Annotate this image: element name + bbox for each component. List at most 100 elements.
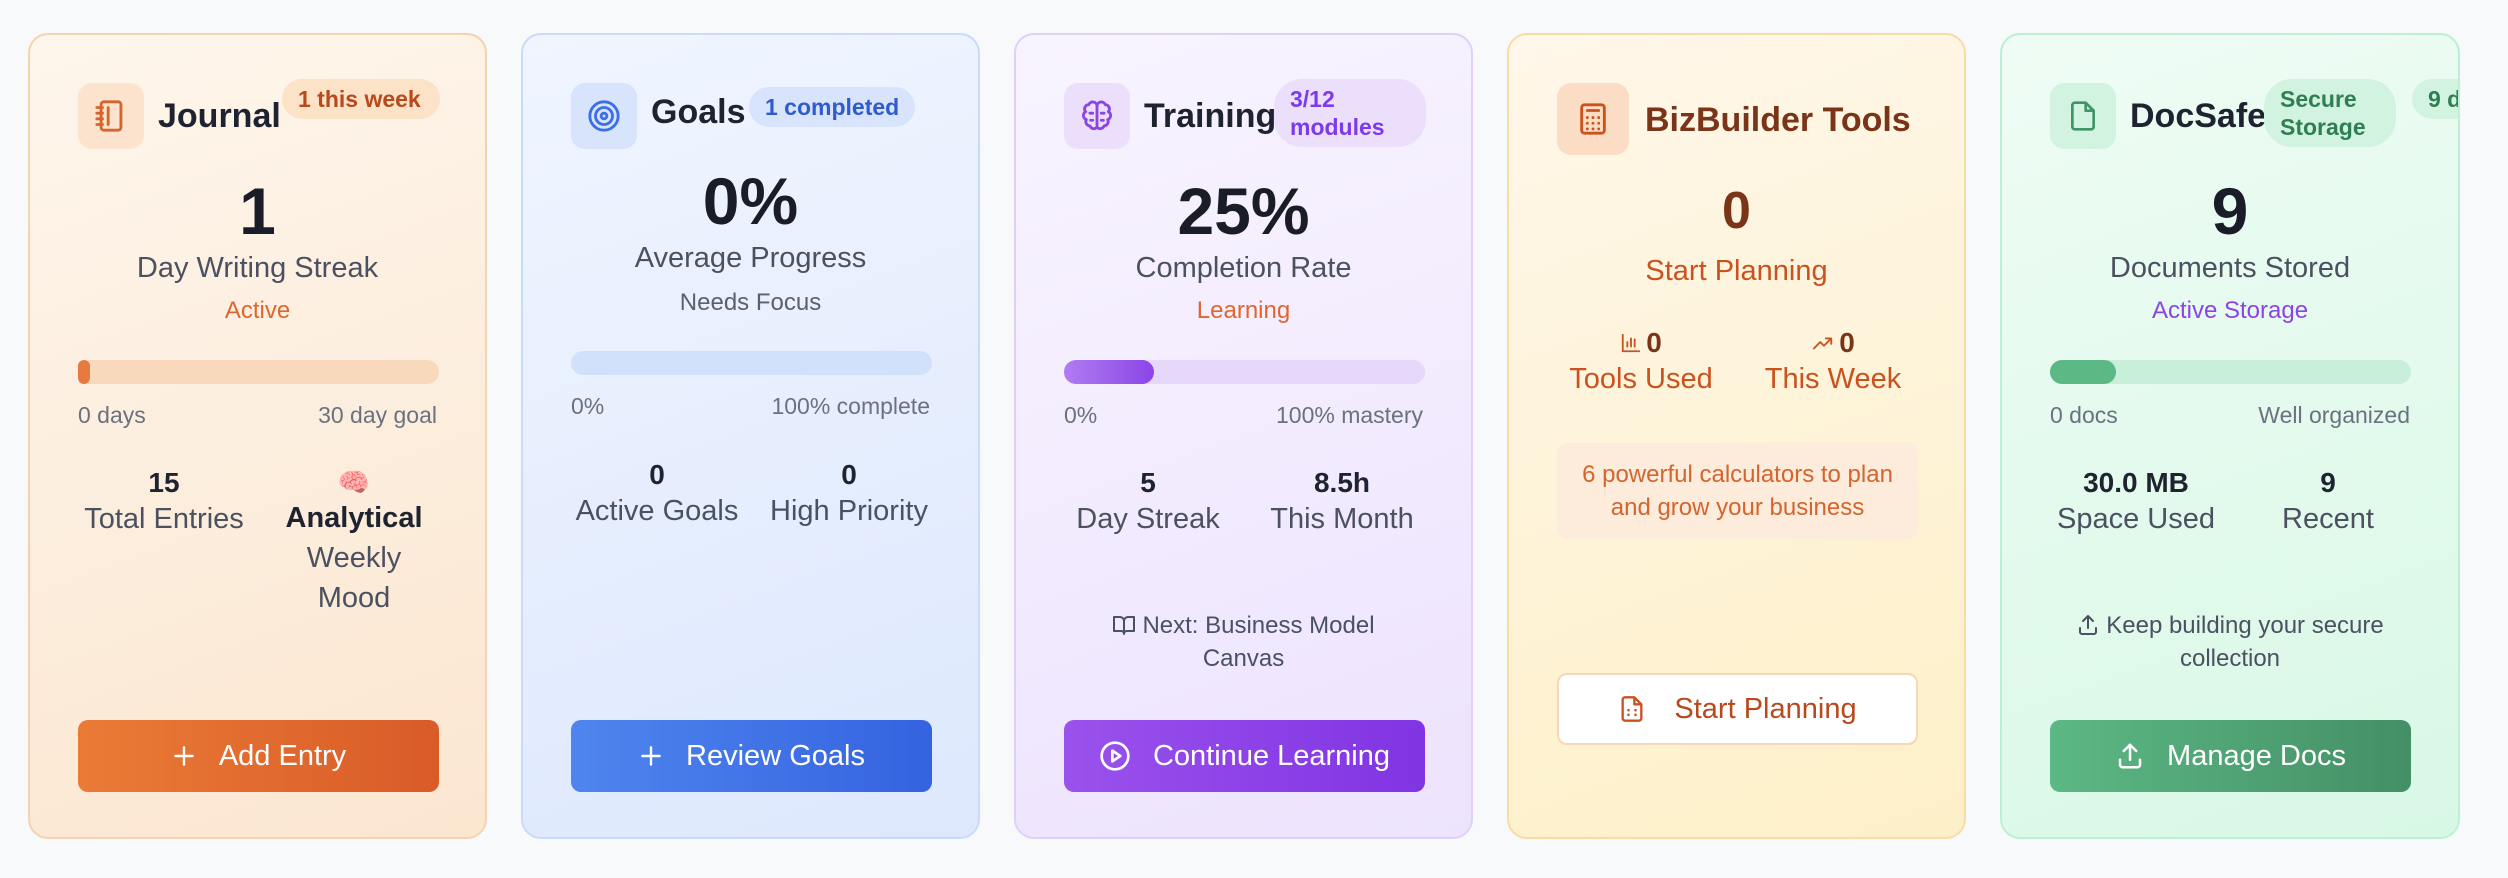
docsafe-note-label: Keep building your secure collection — [2106, 612, 2384, 672]
training-title: Training — [1144, 97, 1277, 135]
plus-icon — [173, 746, 194, 766]
bizbuilder-card: BizBuilder Tools 0 Start Planning 0 Tool… — [1507, 33, 1966, 839]
goals-active-value: 0 — [649, 459, 665, 490]
journal-weekly-mood: 🧠 Analytical Weekly Mood — [254, 467, 454, 618]
journal-range-start: 0 days — [78, 402, 146, 428]
journal-streak-label: Day Writing Streak — [136, 252, 379, 284]
file-spreadsheet-icon — [1621, 696, 1643, 722]
goals-card: Goals 1 completed 0% Average Progress Ne… — [521, 33, 980, 839]
journal-total-entries-value: 15 — [148, 467, 180, 498]
training-day-streak-label: Day Streak — [1076, 503, 1220, 535]
docsafe-progress-fill — [2050, 360, 2116, 384]
docsafe-title: DocSafe — [2130, 97, 2267, 135]
docsafe-space-used-value: 30.0 MB — [2083, 467, 2189, 498]
bizbuilder-callout: 6 powerful calculators to plan and grow … — [1557, 443, 1918, 539]
add-entry-button[interactable]: Add Entry — [78, 720, 439, 792]
journal-progress-bar — [78, 360, 439, 384]
docsafe-note: Keep building your secure collection — [2058, 609, 2402, 675]
target-icon — [571, 83, 637, 149]
journal-mood-value: Analytical — [285, 502, 423, 534]
bizbuilder-value: 0 — [1722, 182, 1751, 240]
goals-status: Needs Focus — [679, 289, 822, 316]
training-card: Training 3/12 modules 25% Completion Rat… — [1014, 33, 1473, 839]
docsafe-label: Documents Stored — [2109, 252, 2351, 284]
docsafe-space-used: 30.0 MB Space Used — [2036, 467, 2236, 539]
manage-docs-button[interactable]: Manage Docs — [2050, 720, 2411, 792]
docsafe-recent-label: Recent — [2282, 503, 2374, 535]
training-range-end: 100% mastery — [1275, 402, 1423, 428]
training-status: Learning — [1196, 297, 1291, 324]
goals-high-priority: 0 High Priority — [749, 459, 949, 531]
goals-range-end: 100% complete — [771, 393, 930, 419]
goals-completed-badge: 1 completed — [749, 87, 916, 127]
goals-active-label: Active Goals — [575, 495, 739, 527]
calculator-icon — [1557, 83, 1629, 155]
journal-range-end: 30 day goal — [318, 402, 437, 428]
training-range-start: 0% — [1064, 402, 1098, 428]
docsafe-progress-bar — [2050, 360, 2411, 384]
upload-icon — [2118, 743, 2142, 769]
trending-up-icon — [1813, 337, 1833, 350]
bizbuilder-tools-used: 0 Tools Used — [1541, 327, 1741, 399]
journal-title: Journal — [158, 97, 281, 135]
journal-status: Active — [224, 297, 291, 324]
upload-icon — [2079, 615, 2098, 635]
start-planning-button[interactable]: Start Planning — [1557, 673, 1918, 745]
bizbuilder-title: BizBuilder Tools — [1645, 101, 1911, 139]
start-planning-label: Start Planning — [1674, 692, 1857, 725]
goals-high-priority-value: 0 — [841, 459, 857, 490]
training-this-month: 8.5h This Month — [1242, 467, 1442, 539]
goals-progress-bar — [571, 351, 932, 375]
journal-week-badge: 1 this week — [282, 79, 440, 119]
docsafe-status: Active Storage — [2151, 297, 2309, 324]
training-progress-bar — [1064, 360, 1425, 384]
training-next-label: Next: Business Model Canvas — [1142, 612, 1375, 672]
brain-icon — [1064, 83, 1130, 149]
goals-active: 0 Active Goals — [557, 459, 757, 531]
add-entry-label: Add Entry — [218, 739, 347, 772]
document-icon — [2050, 83, 2116, 149]
journal-total-entries-label: Total Entries — [84, 503, 244, 535]
play-circle-icon — [1100, 741, 1130, 771]
journal-card: Journal 1 this week 1 Day Writing Streak… — [28, 33, 487, 839]
journal-mood-label: Weekly Mood — [306, 542, 402, 614]
goals-avg-label: Average Progress — [634, 242, 867, 274]
docsafe-recent-value: 9 — [2320, 467, 2336, 498]
docsafe-docs-badge: 9 do — [2412, 79, 2458, 119]
goals-high-priority-label: High Priority — [770, 495, 928, 527]
training-completion-value: 25% — [1177, 174, 1310, 248]
review-goals-label: Review Goals — [686, 739, 865, 772]
docsafe-range-start: 0 docs — [2050, 402, 2118, 428]
docsafe-space-used-label: Space Used — [2057, 503, 2215, 535]
docsafe-secure-badge: Secure Storage — [2264, 79, 2396, 147]
notebook-icon — [78, 83, 144, 149]
training-this-month-value: 8.5h — [1313, 467, 1371, 498]
brain-emoji-icon: 🧠 — [337, 467, 371, 497]
training-completion-label: Completion Rate — [1135, 252, 1352, 284]
training-day-streak: 5 Day Streak — [1048, 467, 1248, 539]
bizbuilder-this-week-label: This Week — [1764, 363, 1902, 395]
docsafe-recent: 9 Recent — [2228, 467, 2428, 539]
journal-total-entries: 15 Total Entries — [64, 467, 264, 539]
docsafe-value: 9 — [2211, 174, 2249, 248]
training-modules-badge: 3/12 modules — [1274, 79, 1426, 147]
book-open-icon — [1113, 616, 1136, 635]
bizbuilder-this-week-value: 0 — [1839, 327, 1855, 358]
continue-learning-button[interactable]: Continue Learning — [1064, 720, 1425, 792]
bizbuilder-label: Start Planning — [1645, 255, 1828, 287]
continue-learning-label: Continue Learning — [1152, 739, 1390, 772]
bizbuilder-this-week: 0 This Week — [1733, 327, 1933, 399]
review-goals-button[interactable]: Review Goals — [571, 720, 932, 792]
goals-avg-value: 0% — [702, 164, 799, 238]
docsafe-range-end: Well organized — [2258, 402, 2410, 428]
plus-icon — [641, 746, 661, 766]
bar-chart-icon — [1622, 333, 1641, 353]
training-next-module: Next: Business Model Canvas — [1086, 609, 1401, 675]
goals-range-start: 0% — [571, 393, 605, 419]
journal-progress-fill — [78, 360, 90, 384]
training-progress-fill — [1064, 360, 1154, 384]
docsafe-card: DocSafe Secure Storage 9 do 9 Documents … — [2000, 33, 2460, 839]
goals-title: Goals — [651, 93, 746, 131]
journal-streak-value: 1 — [239, 174, 276, 248]
training-day-streak-value: 5 — [1140, 467, 1156, 498]
